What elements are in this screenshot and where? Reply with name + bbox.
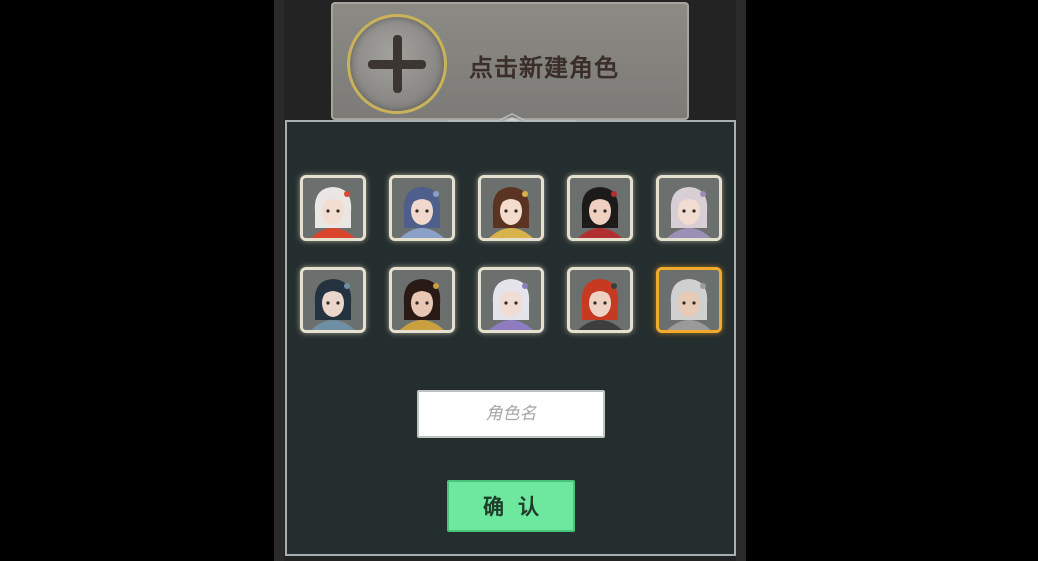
- create-role-panel: 确认: [285, 113, 736, 556]
- avatar-8-portrait-icon: [481, 270, 541, 330]
- character-avatar-4[interactable]: [567, 175, 633, 241]
- avatar-5-portrait-icon: [659, 178, 719, 238]
- game-screen: 点击新建角色 确认: [274, 0, 746, 561]
- plus-icon[interactable]: [347, 14, 447, 114]
- avatar-10-portrait-icon: [659, 270, 719, 330]
- panel-ornament-icon: [448, 113, 576, 122]
- avatar-2-portrait-icon: [392, 178, 452, 238]
- avatar-3-portrait-icon: [481, 178, 541, 238]
- character-avatar-3[interactable]: [478, 175, 544, 241]
- character-avatar-2[interactable]: [389, 175, 455, 241]
- create-role-label: 点击新建角色: [469, 54, 619, 82]
- character-avatar-6[interactable]: [300, 267, 366, 333]
- character-avatar-8[interactable]: [478, 267, 544, 333]
- character-avatar-5[interactable]: [656, 175, 722, 241]
- character-avatar-1[interactable]: [300, 175, 366, 241]
- avatar-4-portrait-icon: [570, 178, 630, 238]
- avatar-1-portrait-icon: [303, 178, 363, 238]
- role-name-input[interactable]: [417, 390, 605, 438]
- confirm-button[interactable]: 确认: [447, 480, 575, 532]
- character-avatar-10[interactable]: [656, 267, 722, 333]
- character-avatar-9[interactable]: [567, 267, 633, 333]
- character-avatar-7[interactable]: [389, 267, 455, 333]
- avatar-6-portrait-icon: [303, 270, 363, 330]
- create-role-card[interactable]: 点击新建角色: [331, 2, 689, 120]
- avatar-7-portrait-icon: [392, 270, 452, 330]
- avatar-9-portrait-icon: [570, 270, 630, 330]
